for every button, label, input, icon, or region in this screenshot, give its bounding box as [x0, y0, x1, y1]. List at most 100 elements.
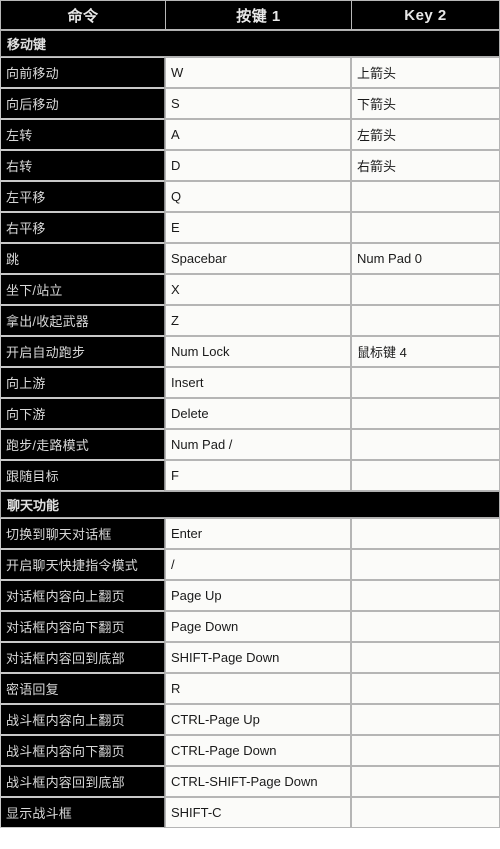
table-row: 向下游 Delete: [0, 398, 500, 429]
table-row: 拿出/收起武器 Z: [0, 305, 500, 336]
table-row: 对话框内容向上翻页 Page Up: [0, 580, 500, 611]
command-cell: 密语回复: [0, 673, 165, 704]
key1-cell: CTRL-SHIFT-Page Down: [165, 766, 351, 797]
key2-cell: [351, 398, 500, 429]
key1-cell: Spacebar: [165, 243, 351, 274]
command-cell: 跟随目标: [0, 460, 165, 491]
section-title: 移动键: [0, 30, 500, 57]
command-cell: 开启聊天快捷指令模式: [0, 549, 165, 580]
key1-cell: Insert: [165, 367, 351, 398]
key2-cell: [351, 673, 500, 704]
key2-cell: [351, 181, 500, 212]
table-header: 命令 按键 1 Key 2: [0, 0, 500, 30]
key2-cell: [351, 367, 500, 398]
command-cell: 战斗框内容向下翻页: [0, 735, 165, 766]
table-row: 坐下/站立 X: [0, 274, 500, 305]
key1-cell: A: [165, 119, 351, 150]
key1-cell: Enter: [165, 518, 351, 549]
key1-cell: CTRL-Page Up: [165, 704, 351, 735]
table-row: 左转 A 左箭头: [0, 119, 500, 150]
key2-cell: [351, 274, 500, 305]
key1-cell: Num Lock: [165, 336, 351, 367]
key1-cell: D: [165, 150, 351, 181]
table-row: 向后移动 S 下箭头: [0, 88, 500, 119]
table-row: 密语回复 R: [0, 673, 500, 704]
column-header-key1: 按键 1: [165, 0, 351, 30]
table-row: 战斗框内容向上翻页 CTRL-Page Up: [0, 704, 500, 735]
key2-cell: [351, 580, 500, 611]
command-cell: 对话框内容向下翻页: [0, 611, 165, 642]
table-row: 对话框内容回到底部 SHIFT-Page Down: [0, 642, 500, 673]
command-cell: 对话框内容向上翻页: [0, 580, 165, 611]
key1-cell: S: [165, 88, 351, 119]
table-row: 左平移 Q: [0, 181, 500, 212]
key2-cell: [351, 611, 500, 642]
table-row: 向上游 Insert: [0, 367, 500, 398]
command-cell: 战斗框内容向上翻页: [0, 704, 165, 735]
table-row: 显示战斗框 SHIFT-C: [0, 797, 500, 828]
command-cell: 战斗框内容回到底部: [0, 766, 165, 797]
table-row: 对话框内容向下翻页 Page Down: [0, 611, 500, 642]
section-header-row: 聊天功能: [0, 491, 500, 518]
key1-cell: R: [165, 673, 351, 704]
table-header-row: 命令 按键 1 Key 2: [0, 0, 500, 30]
key2-cell: [351, 704, 500, 735]
column-header-key2: Key 2: [351, 0, 500, 30]
key1-cell: /: [165, 549, 351, 580]
key2-cell: 上箭头: [351, 57, 500, 88]
column-header-command: 命令: [0, 0, 165, 30]
command-cell: 左平移: [0, 181, 165, 212]
command-cell: 对话框内容回到底部: [0, 642, 165, 673]
keybindings-table: 命令 按键 1 Key 2 移动键 向前移动 W 上箭头 向后移动 S 下箭头 左转 A 左箭头右…: [0, 0, 500, 828]
table-row: 战斗框内容回到底部 CTRL-SHIFT-Page Down: [0, 766, 500, 797]
key2-cell: [351, 735, 500, 766]
key1-cell: SHIFT-C: [165, 797, 351, 828]
table-row: 开启自动跑步 Num Lock 鼠标键 4: [0, 336, 500, 367]
table-row: 跟随目标 F: [0, 460, 500, 491]
key1-cell: Page Down: [165, 611, 351, 642]
key2-cell: 下箭头: [351, 88, 500, 119]
key1-cell: SHIFT-Page Down: [165, 642, 351, 673]
key2-cell: 左箭头: [351, 119, 500, 150]
key1-cell: W: [165, 57, 351, 88]
command-cell: 左转: [0, 119, 165, 150]
command-cell: 切换到聊天对话框: [0, 518, 165, 549]
command-cell: 跑步/走路模式: [0, 429, 165, 460]
key2-cell: [351, 518, 500, 549]
key1-cell: F: [165, 460, 351, 491]
key2-cell: [351, 460, 500, 491]
table-row: 跳 Spacebar Num Pad 0: [0, 243, 500, 274]
command-cell: 向前移动: [0, 57, 165, 88]
key1-cell: CTRL-Page Down: [165, 735, 351, 766]
key1-cell: Page Up: [165, 580, 351, 611]
key2-cell: 右箭头: [351, 150, 500, 181]
command-cell: 显示战斗框: [0, 797, 165, 828]
key1-cell: Z: [165, 305, 351, 336]
command-cell: 开启自动跑步: [0, 336, 165, 367]
key2-cell: 鼠标键 4: [351, 336, 500, 367]
command-cell: 跳: [0, 243, 165, 274]
key2-cell: [351, 642, 500, 673]
key2-cell: [351, 212, 500, 243]
section-header-row: 移动键: [0, 30, 500, 57]
key1-cell: X: [165, 274, 351, 305]
table-row: 切换到聊天对话框 Enter: [0, 518, 500, 549]
command-cell: 向下游: [0, 398, 165, 429]
command-cell: 向后移动: [0, 88, 165, 119]
command-cell: 右转: [0, 150, 165, 181]
key2-cell: [351, 797, 500, 828]
key2-cell: Num Pad 0: [351, 243, 500, 274]
key2-cell: [351, 766, 500, 797]
key1-cell: Delete: [165, 398, 351, 429]
table-row: 向前移动 W 上箭头: [0, 57, 500, 88]
key2-cell: [351, 305, 500, 336]
command-cell: 右平移: [0, 212, 165, 243]
table-row: 右平移 E: [0, 212, 500, 243]
command-cell: 拿出/收起武器: [0, 305, 165, 336]
key1-cell: E: [165, 212, 351, 243]
key1-cell: Num Pad /: [165, 429, 351, 460]
command-cell: 向上游: [0, 367, 165, 398]
table-body: 移动键 向前移动 W 上箭头 向后移动 S 下箭头 左转 A 左箭头 右转 D 右箭头 左平移 Q 右平移 E 跳…: [0, 30, 500, 828]
table-row: 右转 D 右箭头: [0, 150, 500, 181]
key2-cell: [351, 429, 500, 460]
